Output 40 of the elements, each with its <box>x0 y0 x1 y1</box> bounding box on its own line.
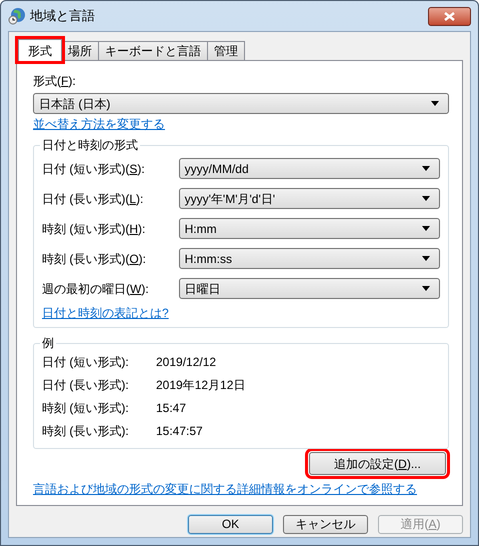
dialog-button[interactable]: キャンセル <box>283 515 368 534</box>
window-title: 地域と言語 <box>30 7 95 26</box>
format-dropdown[interactable]: yyyy'年'M'月'd'日' <box>178 188 440 209</box>
tab[interactable]: キーボードと言語 <box>98 41 208 60</box>
format-dropdown[interactable]: 日曜日 <box>178 278 440 299</box>
field-label: 時刻 (短い形式)(H): <box>42 220 146 238</box>
format-dropdown[interactable]: H:mm <box>178 218 440 239</box>
format-dropdown[interactable]: H:mm:ss <box>178 248 440 269</box>
example-value: 2019年12月12日 <box>156 377 246 394</box>
dropdown-arrow-icon <box>431 101 439 106</box>
field-label: 週の最初の曜日(W): <box>42 280 150 298</box>
dropdown-arrow-icon <box>422 256 430 261</box>
dropdown-arrow-icon <box>422 286 430 291</box>
example-value: 15:47:57 <box>156 423 203 440</box>
example-label: 日付 (長い形式): <box>42 377 130 394</box>
dropdown-arrow-icon <box>422 226 430 231</box>
online-info-link[interactable]: 言語および地域の形式の変更に関する詳細情報をオンラインで参照する <box>33 481 417 497</box>
group-title: 日付と時刻の形式 <box>40 137 140 153</box>
globe-clock-icon <box>8 7 26 25</box>
date-time-help-link[interactable]: 日付と時刻の表記とは? <box>42 305 169 321</box>
dialog-button[interactable]: OK <box>188 515 273 534</box>
dropdown-arrow-icon <box>422 196 430 201</box>
example-value: 15:47 <box>156 400 186 417</box>
field-label: 日付 (長い形式)(L): <box>42 190 144 208</box>
example-value: 2019/12/12 <box>156 354 216 371</box>
field-label: 時刻 (長い形式)(O): <box>42 250 148 268</box>
close-icon <box>444 12 455 20</box>
field-label: 日付 (短い形式)(S): <box>42 160 146 178</box>
format-dropdown[interactable]: yyyy/MM/dd <box>178 158 440 179</box>
format-dropdown[interactable]: 日本語 (日本) <box>33 93 449 114</box>
tab[interactable]: 形式 <box>18 39 62 61</box>
dropdown-arrow-icon <box>422 166 430 171</box>
sort-link[interactable]: 並べ替え方法を変更する <box>33 116 165 132</box>
example-label: 時刻 (長い形式): <box>42 423 130 440</box>
close-button[interactable] <box>428 6 471 26</box>
example-label: 日付 (短い形式): <box>42 354 130 371</box>
tab[interactable]: 管理 <box>207 41 245 60</box>
group-title: 例 <box>40 335 56 351</box>
format-label: 形式(F): <box>33 73 77 89</box>
example-label: 時刻 (短い形式): <box>42 400 130 417</box>
